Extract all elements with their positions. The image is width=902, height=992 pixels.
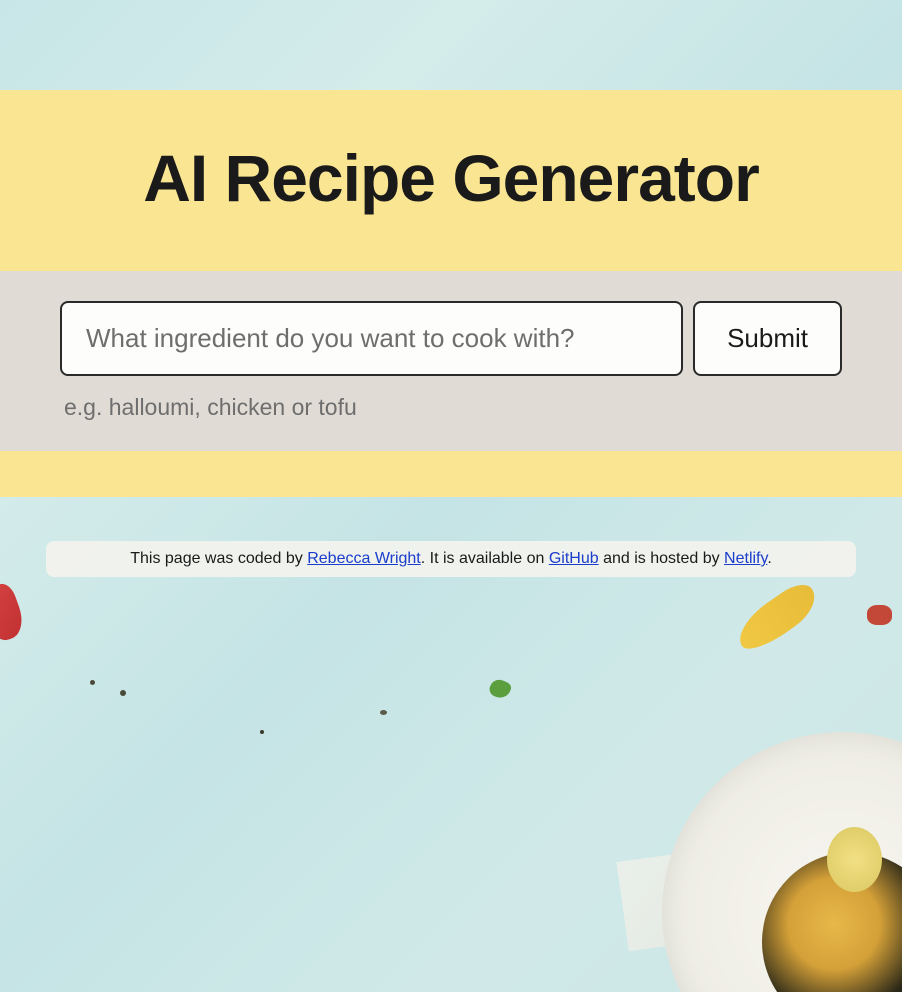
footer-suffix: . bbox=[767, 550, 771, 567]
footer-middle2: and is hosted by bbox=[599, 550, 724, 567]
ingredient-input[interactable] bbox=[60, 301, 683, 376]
footer-prefix: This page was coded by bbox=[130, 550, 307, 567]
title-section: AI Recipe Generator bbox=[0, 90, 902, 271]
decorative-strip bbox=[0, 451, 902, 497]
github-link[interactable]: GitHub bbox=[549, 550, 599, 567]
netlify-link[interactable]: Netlify bbox=[724, 550, 767, 567]
footer-middle1: . It is available on bbox=[421, 550, 549, 567]
page-title: AI Recipe Generator bbox=[0, 140, 902, 216]
submit-button[interactable]: Submit bbox=[693, 301, 842, 376]
input-hint: e.g. halloumi, chicken or tofu bbox=[60, 394, 842, 421]
footer: This page was coded by Rebecca Wright. I… bbox=[46, 541, 856, 577]
form-section: Submit e.g. halloumi, chicken or tofu bbox=[0, 271, 902, 451]
author-link[interactable]: Rebecca Wright bbox=[307, 550, 421, 567]
form-row: Submit bbox=[60, 301, 842, 376]
